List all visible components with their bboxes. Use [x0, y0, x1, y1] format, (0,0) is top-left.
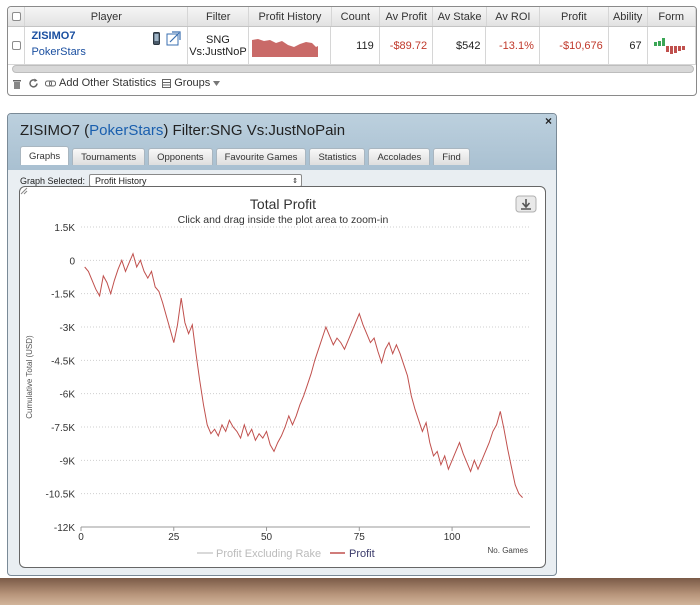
av-roi-value: -13.1% — [486, 27, 540, 64]
profit-history-sparkline[interactable] — [249, 27, 332, 64]
stats-toolbar: Add Other Statistics Groups — [12, 77, 221, 89]
filter-cell: SNG Vs:JustNoP — [188, 27, 249, 64]
profit-value: -$10,676 — [540, 27, 609, 64]
legend-label-excl-rake: Profit Excluding Rake — [216, 548, 321, 560]
y-tick-label: -3K — [59, 323, 75, 334]
chart-subtitle: Click and drag inside the plot area to z… — [178, 214, 389, 226]
x-tick-label: 100 — [444, 532, 461, 543]
updown-arrow-icon: ⇕ — [292, 177, 299, 185]
header-profit-history[interactable]: Profit History — [249, 7, 332, 26]
profit-chart[interactable]: 1.5K0-1.5K-3K-4.5K-6K-7.5K-9K-10.5K-12K0… — [20, 187, 547, 569]
groups-dropdown[interactable]: Groups — [162, 77, 221, 89]
filter-line-1: SNG — [206, 33, 230, 46]
tab-graphs[interactable]: Graphs — [20, 146, 70, 165]
filter-line-2: Vs:JustNoP — [189, 45, 247, 58]
tab-accolades[interactable]: Accolades — [368, 148, 431, 165]
popup-title-player: ZISIMO7 ( — [20, 122, 90, 139]
resize-grip-icon[interactable] — [20, 187, 28, 195]
popup-title-site-link[interactable]: PokerStars — [89, 122, 163, 139]
y-tick-label: -4.5K — [51, 356, 75, 367]
av-profit-value: -$89.72 — [380, 27, 434, 64]
open-popup-icon[interactable] — [166, 31, 181, 46]
chart-container[interactable]: 1.5K 0 -1.5K -3K -4.5K -6K -7.5K -9K -10.5K -12K 0… — [19, 186, 546, 568]
graph-selected-label: Graph Selected: — [20, 175, 86, 186]
trash-icon[interactable] — [12, 78, 22, 89]
table-icon — [162, 78, 172, 88]
add-other-statistics-button[interactable]: Add Other Statistics — [45, 77, 156, 89]
y-tick-label: -10.5K — [46, 490, 76, 501]
sparkline-graphic — [251, 34, 318, 57]
y-axis-label: Cumulative Total (USD) — [25, 335, 34, 419]
y-tick-label: -6K — [59, 390, 75, 401]
legend-label-profit: Profit — [349, 548, 375, 560]
y-tick-label: 0 — [69, 256, 75, 267]
y-tick-label: -12K — [54, 523, 75, 534]
form-bars-icon — [648, 27, 696, 64]
graph-select-value: Profit History — [95, 175, 147, 186]
player-graph-popup: ZISIMO7 (PokerStars) Filter:SNG Vs:JustN… — [7, 113, 557, 576]
count-value: 119 — [331, 27, 380, 64]
header-av-profit[interactable]: Av Profit — [380, 7, 434, 26]
x-tick-label: 75 — [354, 532, 366, 543]
player-site-link[interactable]: PokerStars — [31, 46, 85, 58]
phone-icon[interactable] — [152, 32, 160, 45]
link-icon — [45, 80, 56, 86]
close-icon[interactable]: × — [545, 114, 552, 128]
header-profit[interactable]: Profit — [540, 7, 609, 26]
popup-tabs: Graphs Tournaments Opponents Favourite G… — [20, 146, 470, 165]
y-tick-label: -7.5K — [51, 423, 75, 434]
refresh-icon[interactable] — [28, 78, 39, 89]
ability-value: 67 — [609, 27, 648, 64]
tab-find[interactable]: Find — [433, 148, 470, 165]
tab-opponents[interactable]: Opponents — [148, 148, 213, 165]
header-ability[interactable]: Ability — [609, 7, 648, 26]
desktop-background-strip — [0, 578, 700, 605]
add-other-statistics-label: Add Other Statistics — [59, 77, 157, 89]
player-name-link[interactable]: ZISIMO7 — [31, 30, 75, 42]
x-tick-label: 0 — [78, 532, 84, 543]
stats-table-header: Player Filter Profit History Count Av Pr… — [8, 7, 696, 27]
av-stake-value: $542 — [433, 27, 487, 64]
header-av-stake[interactable]: Av Stake — [433, 7, 487, 26]
x-tick-label: 25 — [168, 532, 180, 543]
y-tick-label: 1.5K — [54, 223, 75, 234]
chevron-down-icon — [213, 80, 221, 86]
y-tick-label: -1.5K — [51, 290, 75, 301]
header-form[interactable]: Form — [648, 7, 696, 26]
header-player[interactable]: Player — [25, 7, 189, 26]
tab-favourite-games[interactable]: Favourite Games — [215, 148, 307, 165]
player-icons — [152, 31, 181, 46]
tab-tournaments[interactable]: Tournaments — [72, 148, 146, 165]
y-tick-label: -9K — [59, 456, 75, 467]
player-cell: ZISIMO7 PokerStars — [25, 27, 188, 64]
player-stats-panel: Player Filter Profit History Count Av Pr… — [7, 6, 697, 96]
x-tick-label: 50 — [261, 532, 273, 543]
popup-title: ZISIMO7 (PokerStars) Filter:SNG Vs:JustN… — [20, 122, 345, 139]
header-filter[interactable]: Filter — [188, 7, 250, 26]
header-count[interactable]: Count — [332, 7, 381, 26]
x-axis-label: No. Games — [488, 546, 528, 555]
horizontal-scrollbar[interactable] — [12, 65, 694, 73]
series-line-profit — [84, 252, 523, 498]
popup-title-filter: ) Filter:SNG Vs:JustNoPain — [163, 122, 346, 139]
select-all-checkbox[interactable] — [8, 7, 26, 26]
groups-label: Groups — [174, 77, 211, 89]
header-av-roi[interactable]: Av ROI — [487, 7, 540, 26]
row-checkbox[interactable] — [8, 27, 26, 64]
table-row[interactable]: ZISIMO7 PokerStars SNG Vs:JustNoP 119 -$… — [8, 27, 696, 65]
chart-title: Total Profit — [250, 196, 316, 212]
tab-statistics[interactable]: Statistics — [309, 148, 366, 165]
